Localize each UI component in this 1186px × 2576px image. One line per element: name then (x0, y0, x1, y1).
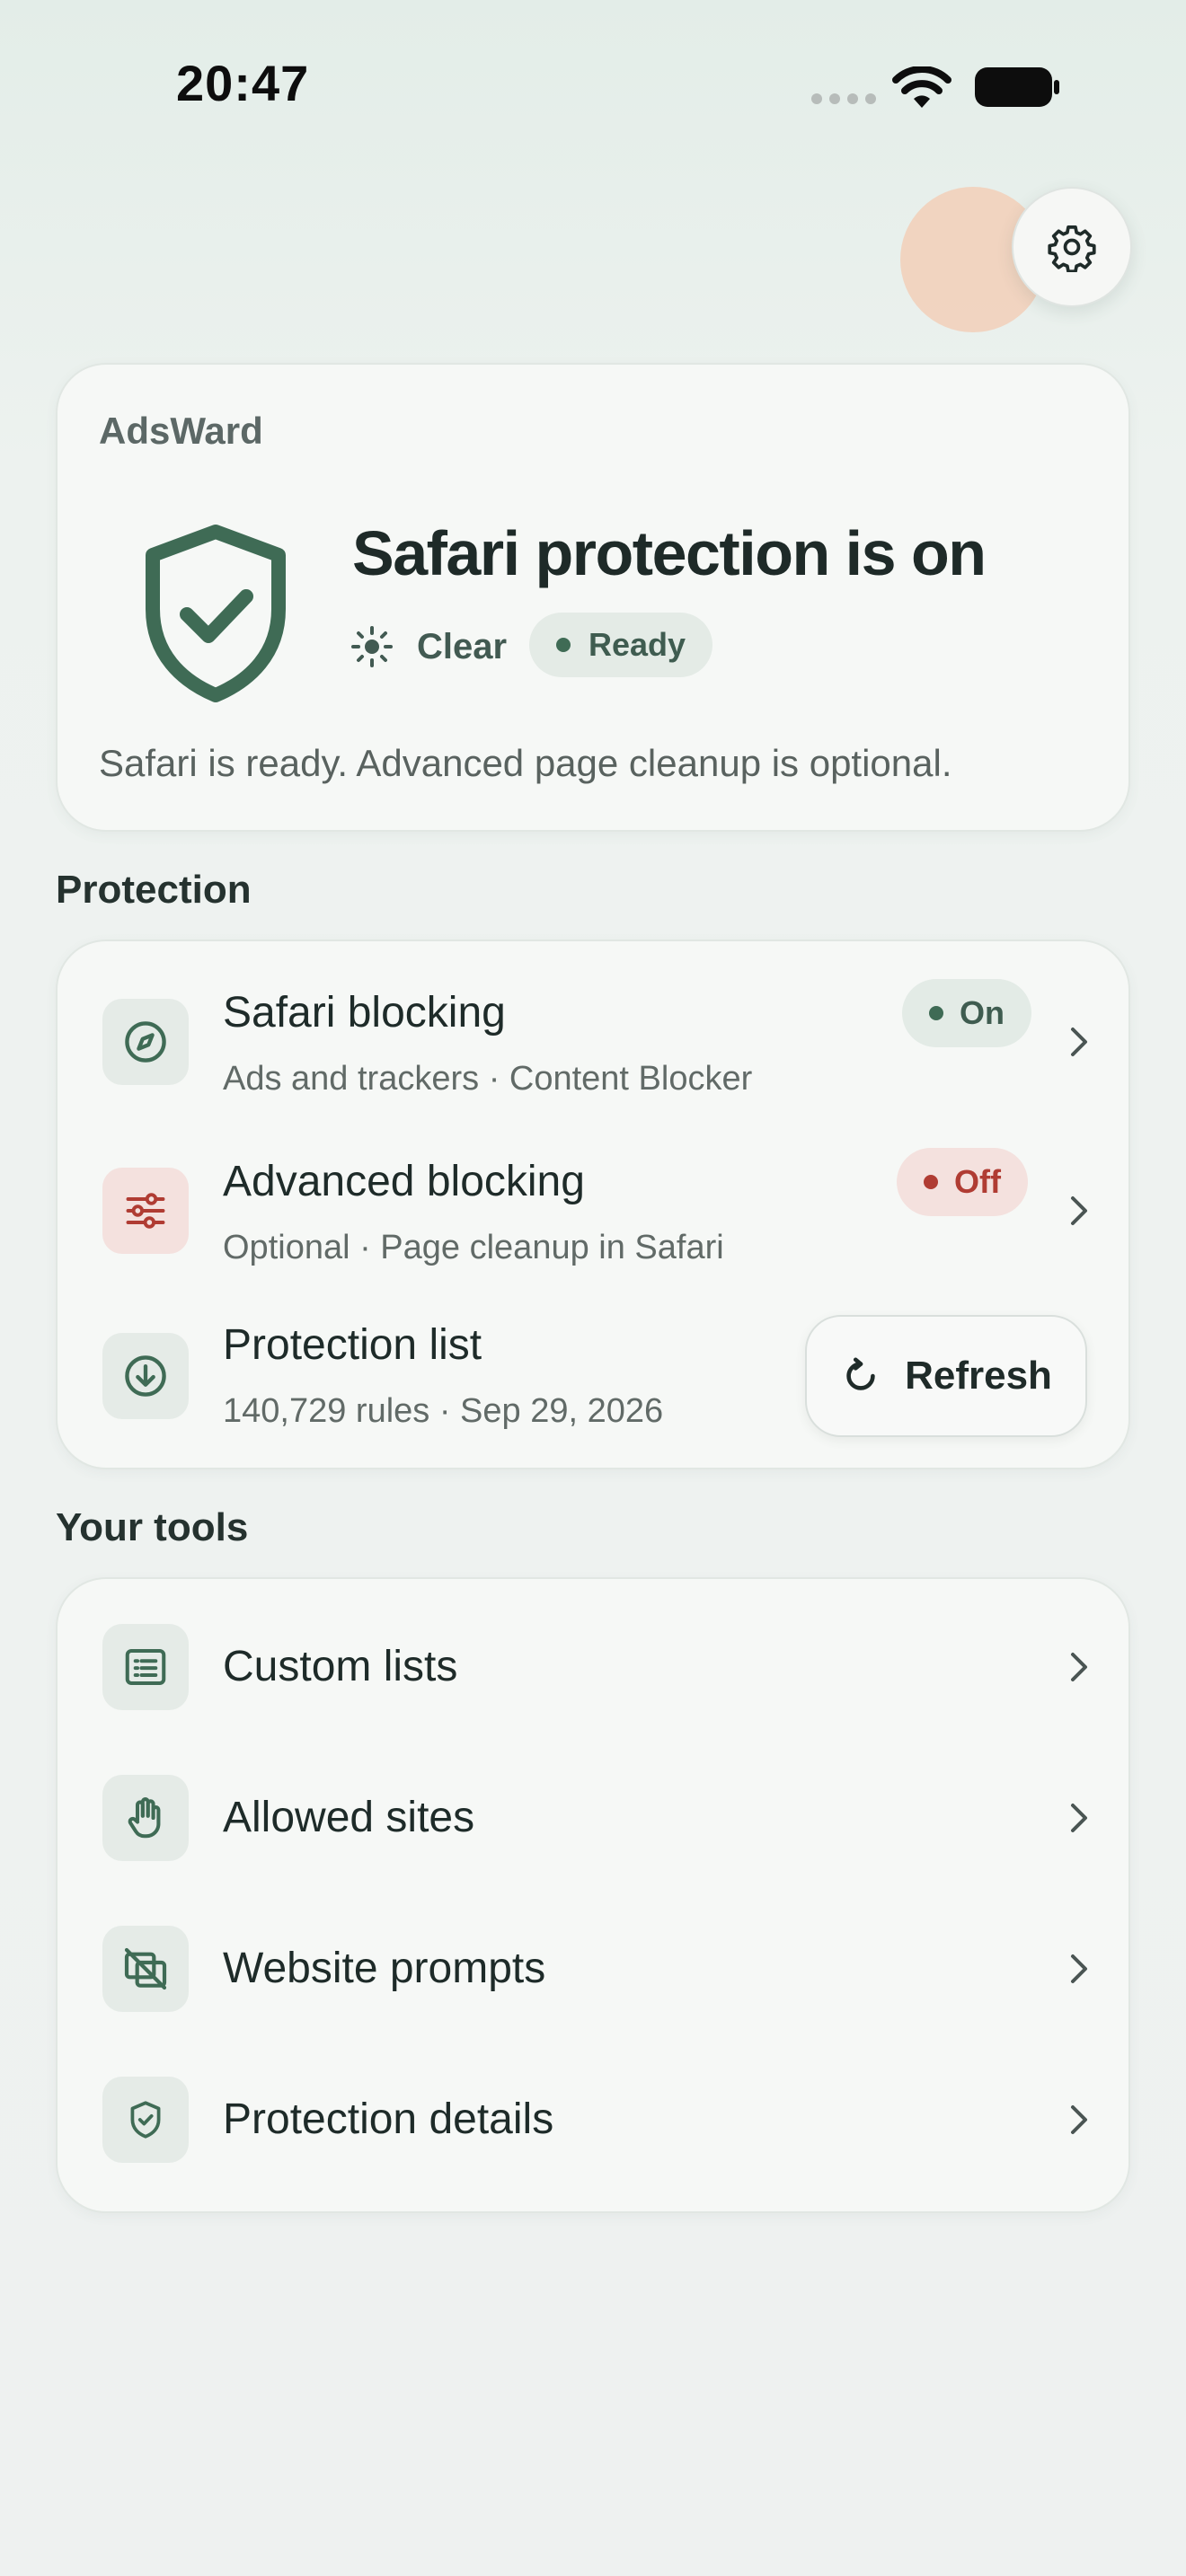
prompt-slash-icon (124, 1947, 167, 1990)
weather-label: Clear (417, 627, 508, 666)
state-dot (924, 1175, 938, 1189)
tool-title: Protection details (223, 2095, 554, 2143)
status-description: Safari is ready. Advanced page cleanup i… (99, 742, 952, 784)
row-icon-container (102, 999, 189, 1085)
tool-row-protection-details[interactable]: Protection details (58, 2032, 1128, 2193)
tool-row-custom-lists[interactable]: Custom lists (58, 1579, 1128, 1741)
compass-icon (125, 1021, 166, 1063)
status-badge-label: Ready (589, 626, 686, 663)
row-icon-container (102, 2077, 189, 2163)
app-name: AdsWard (99, 410, 263, 452)
row-icon-container (102, 1775, 189, 1861)
status-bar: 20:47 (0, 0, 1186, 171)
cellular-signal-icon (811, 93, 876, 104)
chevron-right-icon (1071, 1954, 1087, 1983)
hand-icon (128, 1797, 161, 1839)
protection-status-card: AdsWard Safari protection is on Clear Re… (56, 363, 1130, 832)
page-title: Safari protection is on (352, 518, 987, 588)
row-title: Safari blocking (223, 989, 506, 1037)
section-title-tools: Your tools (56, 1505, 249, 1549)
tool-title: Allowed sites (223, 1794, 475, 1841)
tool-row-website-prompts[interactable]: Website prompts (58, 1881, 1128, 2032)
row-icon-container (102, 1168, 189, 1254)
row-subtitle: 140,729 rules · Sep 29, 2026 (223, 1392, 664, 1430)
status-badge: Ready (529, 613, 713, 677)
row-icon-container (102, 1333, 189, 1419)
battery-icon (975, 67, 1059, 107)
refresh-button-label: Refresh (905, 1354, 1052, 1398)
shield-check-icon (146, 525, 286, 702)
state-badge-off: Off (897, 1148, 1028, 1216)
state-dot (929, 1006, 943, 1020)
chevron-right-icon (1071, 1653, 1087, 1681)
chevron-right-icon (1071, 1196, 1087, 1225)
protection-card: Safari blocking Ads and trackers · Conte… (56, 940, 1130, 1469)
state-label: On (960, 994, 1005, 1031)
tool-title: Website prompts (223, 1945, 546, 1992)
row-title: Advanced blocking (223, 1158, 585, 1205)
chevron-right-icon (1071, 2105, 1087, 2134)
refresh-button[interactable]: Refresh (805, 1315, 1087, 1437)
row-subtitle: Ads and trackers · Content Blocker (223, 1060, 753, 1098)
sliders-icon (126, 1193, 165, 1229)
gear-icon (1048, 225, 1096, 272)
status-dot (556, 638, 571, 652)
sun-icon (351, 626, 393, 667)
refresh-icon (846, 1357, 875, 1390)
row-advanced-blocking[interactable]: Advanced blocking Optional · Page cleanu… (58, 1112, 1128, 1283)
row-subtitle: Optional · Page cleanup in Safari (223, 1229, 724, 1266)
tool-row-allowed-sites[interactable]: Allowed sites (58, 1730, 1128, 1881)
chevron-right-icon (1071, 1804, 1087, 1832)
settings-button[interactable] (1012, 187, 1132, 307)
row-icon-container (102, 1926, 189, 2012)
row-title: Protection list (223, 1321, 482, 1369)
chevron-right-icon (1071, 1028, 1087, 1056)
shield-check-icon (130, 2101, 161, 2139)
status-time: 20:47 (176, 55, 310, 111)
download-circle-icon (125, 1355, 166, 1397)
state-badge-on: On (902, 979, 1031, 1047)
section-title-protection: Protection (56, 868, 252, 912)
row-icon-container (102, 1624, 189, 1710)
state-label: Off (954, 1163, 1001, 1200)
wifi-icon (892, 66, 951, 108)
tools-card: Custom lists Allowed sites Website promp… (56, 1577, 1130, 2213)
tool-title: Custom lists (223, 1643, 458, 1690)
row-safari-blocking[interactable]: Safari blocking Ads and trackers · Conte… (58, 941, 1128, 1112)
list-icon (125, 1648, 166, 1686)
